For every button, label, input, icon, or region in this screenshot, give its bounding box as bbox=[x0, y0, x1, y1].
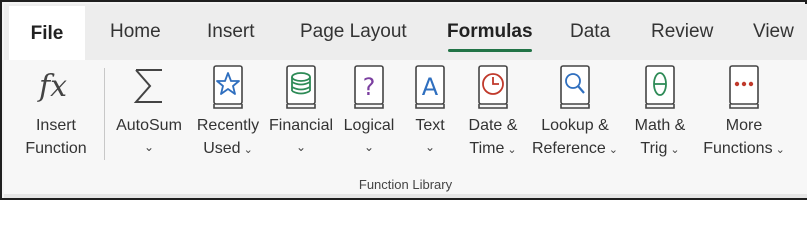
fx-icon: fx bbox=[36, 64, 76, 113]
more-functions-button[interactable]: More Functions ⌄ bbox=[698, 60, 790, 180]
tab-file[interactable]: File bbox=[9, 6, 85, 61]
financial-button[interactable]: Financial ⌄ bbox=[266, 60, 336, 180]
logical-button[interactable]: ? Logical ⌄ bbox=[338, 60, 400, 180]
date-time-label-1: Date & bbox=[468, 117, 518, 134]
question-book-icon: ? bbox=[352, 64, 386, 115]
chevron-down-icon: ⌄ bbox=[608, 144, 619, 156]
group-separator bbox=[104, 68, 105, 160]
chevron-down-icon: ⌄ bbox=[775, 144, 785, 156]
financial-label: Financial bbox=[268, 117, 334, 134]
math-trig-label-2: Trig ⌄ bbox=[640, 140, 680, 157]
autosum-button[interactable]: AutoSum ⌄ bbox=[110, 60, 188, 180]
clock-book-icon bbox=[476, 64, 510, 115]
star-book-icon bbox=[211, 64, 245, 115]
function-library-label: Function Library bbox=[358, 177, 453, 192]
date-time-button[interactable]: Date & Time ⌄ bbox=[458, 60, 528, 180]
active-tab-indicator bbox=[448, 49, 532, 52]
math-trig-button[interactable]: Math & Trig ⌄ bbox=[626, 60, 694, 180]
recently-used-label-2: Used ⌄ bbox=[203, 140, 253, 157]
text-label: Text bbox=[415, 117, 445, 134]
lookup-reference-button[interactable]: Lookup & Reference ⌄ bbox=[526, 60, 624, 180]
autosum-label: AutoSum bbox=[116, 117, 182, 134]
svg-text:A: A bbox=[422, 73, 439, 101]
chevron-down-icon: ⌄ bbox=[507, 144, 517, 156]
chevron-down-icon: ⌄ bbox=[670, 144, 680, 156]
insert-function-label-1: Insert bbox=[35, 117, 76, 134]
lookup-reference-label-1: Lookup & bbox=[541, 117, 609, 134]
coins-book-icon bbox=[284, 64, 318, 115]
tab-formulas[interactable]: Formulas bbox=[447, 21, 533, 43]
ribbon-tab-bar: File Home Insert Page Layout Formulas Da… bbox=[4, 4, 807, 61]
ribbon-bottom-border bbox=[4, 194, 807, 198]
dots-book-icon bbox=[727, 64, 761, 115]
chevron-down-icon: ⌄ bbox=[424, 140, 436, 154]
chevron-down-icon: ⌄ bbox=[295, 140, 307, 154]
insert-function-button[interactable]: fx Insert Function bbox=[18, 60, 94, 180]
svg-text:?: ? bbox=[363, 73, 376, 101]
more-functions-label-1: More bbox=[725, 117, 763, 134]
insert-function-label-2: Function bbox=[25, 140, 87, 157]
tab-insert[interactable]: Insert bbox=[207, 21, 255, 43]
tab-data[interactable]: Data bbox=[570, 21, 610, 43]
magnifier-book-icon bbox=[558, 64, 592, 115]
tab-home[interactable]: Home bbox=[110, 21, 161, 43]
date-time-label-2: Time ⌄ bbox=[469, 140, 517, 157]
tab-page-layout[interactable]: Page Layout bbox=[300, 21, 407, 43]
text-button[interactable]: A Text ⌄ bbox=[404, 60, 456, 180]
chevron-down-icon: ⌄ bbox=[143, 140, 155, 154]
svg-text:fx: fx bbox=[37, 69, 67, 104]
recently-used-label-1: Recently bbox=[196, 117, 260, 134]
tab-review[interactable]: Review bbox=[651, 21, 713, 43]
letter-a-book-icon: A bbox=[413, 64, 447, 115]
chevron-down-icon: ⌄ bbox=[243, 144, 253, 156]
sigma-icon bbox=[132, 64, 166, 113]
chevron-down-icon: ⌄ bbox=[363, 140, 375, 154]
more-functions-label-2: Functions ⌄ bbox=[703, 140, 785, 157]
math-trig-label-1: Math & bbox=[634, 117, 686, 134]
logical-label: Logical bbox=[343, 117, 395, 134]
excel-ribbon-window: File Home Insert Page Layout Formulas Da… bbox=[0, 0, 807, 200]
recently-used-button[interactable]: Recently Used ⌄ bbox=[192, 60, 264, 180]
tab-view[interactable]: View bbox=[753, 21, 794, 43]
theta-book-icon bbox=[643, 64, 677, 115]
lookup-reference-label-2: Reference ⌄ bbox=[531, 140, 619, 157]
function-library-group: fx Insert Function AutoSum ⌄ Recently Us… bbox=[4, 60, 807, 198]
